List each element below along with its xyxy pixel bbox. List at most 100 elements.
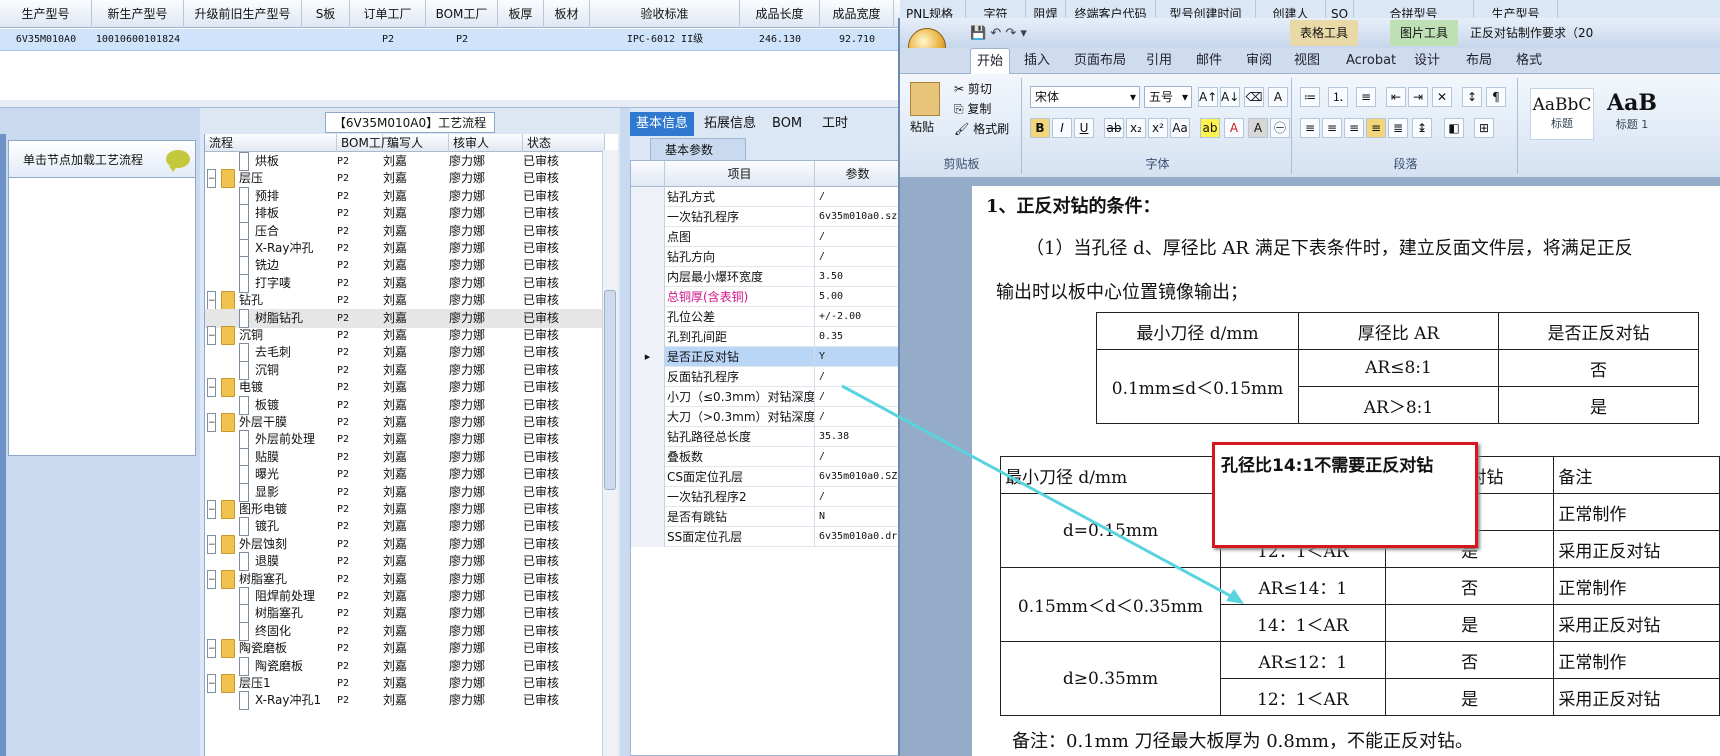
bold-icon[interactable]: B: [1030, 118, 1050, 138]
row-indicator[interactable]: [631, 447, 665, 467]
style-heading[interactable]: AaBbC 标题: [1530, 88, 1594, 140]
row-indicator[interactable]: [631, 487, 665, 507]
property-value[interactable]: Y: [819, 347, 901, 367]
tree-row[interactable]: 去毛刺 P2 刘嘉 廖力娜 已审核: [205, 343, 605, 363]
property-row[interactable]: 总铜厚(含表铜) 5.00: [631, 287, 901, 307]
top-cell[interactable]: 92.710: [820, 29, 894, 51]
property-value[interactable]: /: [819, 227, 901, 247]
row-indicator[interactable]: [631, 367, 665, 387]
tree-row[interactable]: X-Ray冲孔1 P2 刘嘉 廖力娜 已审核: [205, 691, 605, 711]
property-row[interactable]: 孔到孔间距 0.35: [631, 327, 901, 347]
property-row[interactable]: 是否有跳钻 N: [631, 507, 901, 527]
collapse-icon[interactable]: −: [207, 326, 216, 345]
property-row[interactable]: 内层最小爆环宽度 3.50: [631, 267, 901, 287]
tree-row[interactable]: 沉铜 P2 刘嘉 廖力娜 已审核: [205, 360, 605, 380]
paste-button[interactable]: 粘贴: [910, 118, 934, 135]
subscript-icon[interactable]: x₂: [1126, 118, 1146, 138]
enclose-char-icon[interactable]: ㊀: [1270, 118, 1290, 138]
shrink-font-icon[interactable]: A↓: [1220, 87, 1240, 107]
distribute-icon[interactable]: ≣: [1388, 118, 1408, 138]
tree-row[interactable]: 排板 P2 刘嘉 廖力娜 已审核: [205, 204, 605, 224]
row-indicator[interactable]: [631, 187, 665, 207]
ribbon-tab[interactable]: Acrobat: [1340, 48, 1402, 74]
tree-col-header[interactable]: 编写人: [383, 134, 449, 152]
tree-row[interactable]: − 树脂塞孔 P2 刘嘉 廖力娜 已审核: [205, 569, 605, 589]
property-value[interactable]: /: [819, 387, 901, 407]
top-cell[interactable]: 246.130: [740, 29, 820, 51]
collapse-icon[interactable]: −: [207, 639, 216, 659]
tree-row[interactable]: 树脂塞孔 P2 刘嘉 廖力娜 已审核: [205, 604, 605, 624]
cut-button[interactable]: ✂ 剪切: [954, 80, 992, 97]
collapse-icon[interactable]: −: [207, 291, 216, 311]
property-value[interactable]: /: [819, 447, 901, 467]
property-value[interactable]: 6v35m010a0.sz: [819, 207, 901, 227]
property-row[interactable]: 反面钻孔程序 /: [631, 367, 901, 387]
property-row[interactable]: 一次钻孔程序 6v35m010a0.sz: [631, 207, 901, 227]
copy-button[interactable]: ⎘ 复制: [954, 100, 991, 117]
style-heading-1[interactable]: AaB 标题 1: [1600, 88, 1664, 140]
property-value[interactable]: +/-2.00: [819, 307, 901, 327]
top-cell[interactable]: [184, 29, 302, 51]
tree-row[interactable]: 预排 P2 刘嘉 廖力娜 已审核: [205, 186, 605, 206]
tree-col-header[interactable]: 核审人: [449, 134, 523, 152]
clear-format-icon[interactable]: ⌫: [1244, 87, 1264, 107]
ribbon-tab[interactable]: 插入: [1018, 48, 1056, 74]
multilevel-list-icon[interactable]: ≡: [1356, 87, 1376, 107]
top-col-header[interactable]: 成品宽度: [820, 0, 894, 28]
property-row[interactable]: 孔位公差 +/-2.00: [631, 307, 901, 327]
text-direction-icon[interactable]: ✕: [1432, 87, 1452, 107]
tree-row[interactable]: 终固化 P2 刘嘉 廖力娜 已审核: [205, 621, 605, 641]
borders-icon[interactable]: ⊞: [1474, 118, 1494, 138]
top-cell[interactable]: 6V35M010A0: [0, 29, 92, 51]
property-value[interactable]: /: [819, 247, 901, 267]
row-indicator[interactable]: [631, 387, 665, 407]
tab-basic[interactable]: 基本信息: [630, 112, 695, 136]
row-indicator[interactable]: ▸: [631, 347, 665, 367]
ribbon-tab[interactable]: 格式: [1510, 48, 1548, 74]
row-indicator[interactable]: [631, 427, 665, 447]
shading-icon[interactable]: ◧: [1444, 118, 1464, 138]
top-col-header[interactable]: 生产型号: [0, 0, 92, 28]
tree-row[interactable]: 打字唛 P2 刘嘉 廖力娜 已审核: [205, 273, 605, 293]
top-cell[interactable]: [302, 29, 350, 51]
bullets-icon[interactable]: ≔: [1300, 87, 1320, 107]
property-row[interactable]: 钻孔路径总长度 35.38: [631, 427, 901, 447]
row-indicator[interactable]: [631, 507, 665, 527]
property-value[interactable]: 3.50: [819, 267, 901, 287]
font-color-icon[interactable]: A: [1224, 118, 1244, 138]
tree-row[interactable]: 压合 P2 刘嘉 廖力娜 已审核: [205, 221, 605, 241]
tree-row[interactable]: − 陶瓷磨板 P2 刘嘉 廖力娜 已审核: [205, 639, 605, 659]
row-indicator[interactable]: [631, 287, 665, 307]
splitter-bar[interactable]: [0, 100, 900, 108]
tree-row[interactable]: 板镀 P2 刘嘉 廖力娜 已审核: [205, 395, 605, 415]
top-col-header[interactable]: S板: [302, 0, 350, 28]
property-value[interactable]: 6v35m010a0.SZ: [819, 467, 901, 487]
row-indicator[interactable]: [631, 467, 665, 487]
sort-icon[interactable]: ↕: [1462, 87, 1482, 107]
top-grid-row[interactable]: 6V35M010A0 10010600101824 P2 P2 IPC-6012 II级…: [0, 29, 1011, 51]
property-value[interactable]: 35.38: [819, 427, 901, 447]
property-row[interactable]: 小刀（≤0.3mm）对钻深度 /: [631, 387, 901, 407]
show-marks-icon[interactable]: ¶: [1486, 87, 1506, 107]
char-shading-icon[interactable]: A: [1248, 118, 1268, 138]
ribbon-tab[interactable]: 开始: [970, 48, 1011, 74]
quick-access-toolbar[interactable]: 💾 ↶ ↷ ▾: [970, 26, 1027, 41]
context-picture-tools[interactable]: 图片工具: [1390, 20, 1459, 46]
tree-row[interactable]: − 外层蚀刻 P2 刘嘉 廖力娜 已审核: [205, 534, 605, 554]
ribbon-tab[interactable]: 审阅: [1240, 48, 1278, 74]
tree-row[interactable]: 镀孔 P2 刘嘉 廖力娜 已审核: [205, 517, 605, 537]
property-row[interactable]: SS面定位孔层 6v35m010a0.dr: [631, 527, 901, 547]
char-border-icon[interactable]: A: [1268, 87, 1288, 107]
line-spacing-icon[interactable]: ↨: [1412, 118, 1432, 138]
tree-row[interactable]: 退膜 P2 刘嘉 廖力娜 已审核: [205, 552, 605, 572]
top-col-header[interactable]: 板厚: [498, 0, 544, 28]
strikethrough-icon[interactable]: ab: [1104, 118, 1124, 138]
tree-row[interactable]: − 图形电镀 P2 刘嘉 廖力娜 已审核: [205, 500, 605, 519]
property-value[interactable]: /: [819, 367, 901, 387]
property-row[interactable]: 钻孔方向 /: [631, 247, 901, 267]
tree-row[interactable]: 曝光 P2 刘嘉 廖力娜 已审核: [205, 465, 605, 485]
property-row[interactable]: CS面定位孔层 6v35m010a0.SZ: [631, 467, 901, 487]
tree-row[interactable]: 树脂钻孔 P2 刘嘉 廖力娜 已审核: [205, 308, 605, 328]
tree-scroll-thumb[interactable]: [604, 290, 616, 490]
tab-hours[interactable]: 工时: [816, 112, 854, 136]
